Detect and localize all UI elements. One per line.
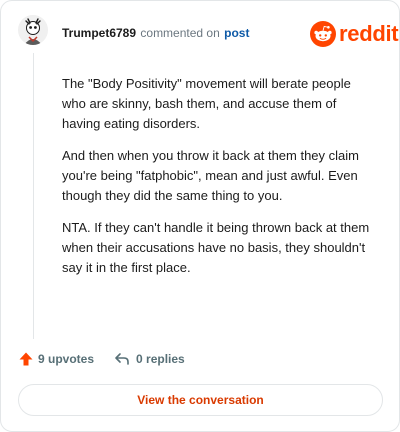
comment-footer: 9 upvotes 0 replies	[18, 349, 185, 369]
comment-card: Trumpet6789 commented on post reddit The…	[0, 0, 400, 432]
comment-paragraph: NTA. If they can't handle it being throw…	[62, 220, 370, 275]
header-text: Trumpet6789 commented on post	[62, 26, 249, 40]
comment-paragraph: And then when you throw it back at them …	[62, 148, 359, 203]
upvote-arrow-icon	[19, 352, 33, 366]
view-conversation-button[interactable]: View the conversation	[18, 384, 383, 416]
action-text: commented on	[140, 26, 220, 40]
user-avatar-icon[interactable]	[18, 15, 48, 45]
upvotes-count: 9 upvotes	[38, 352, 95, 366]
comment-paragraph: The "Body Positivity" movement will bera…	[62, 76, 351, 131]
replies-button[interactable]: 0 replies	[114, 352, 185, 366]
post-link[interactable]: post	[224, 26, 249, 40]
upvotes-button[interactable]: 9 upvotes	[18, 351, 94, 367]
thread-line	[33, 53, 34, 339]
reddit-snoo-icon	[310, 21, 336, 47]
reply-arrow-icon	[115, 353, 129, 365]
replies-count: 0 replies	[136, 352, 185, 366]
username-link[interactable]: Trumpet6789	[62, 26, 136, 40]
comment-body: The "Body Positivity" movement will bera…	[62, 74, 372, 290]
reddit-wordmark: reddit	[339, 21, 399, 46]
reddit-logo[interactable]: reddit	[310, 20, 399, 48]
comment-header: Trumpet6789 commented on post reddit	[1, 1, 399, 65]
